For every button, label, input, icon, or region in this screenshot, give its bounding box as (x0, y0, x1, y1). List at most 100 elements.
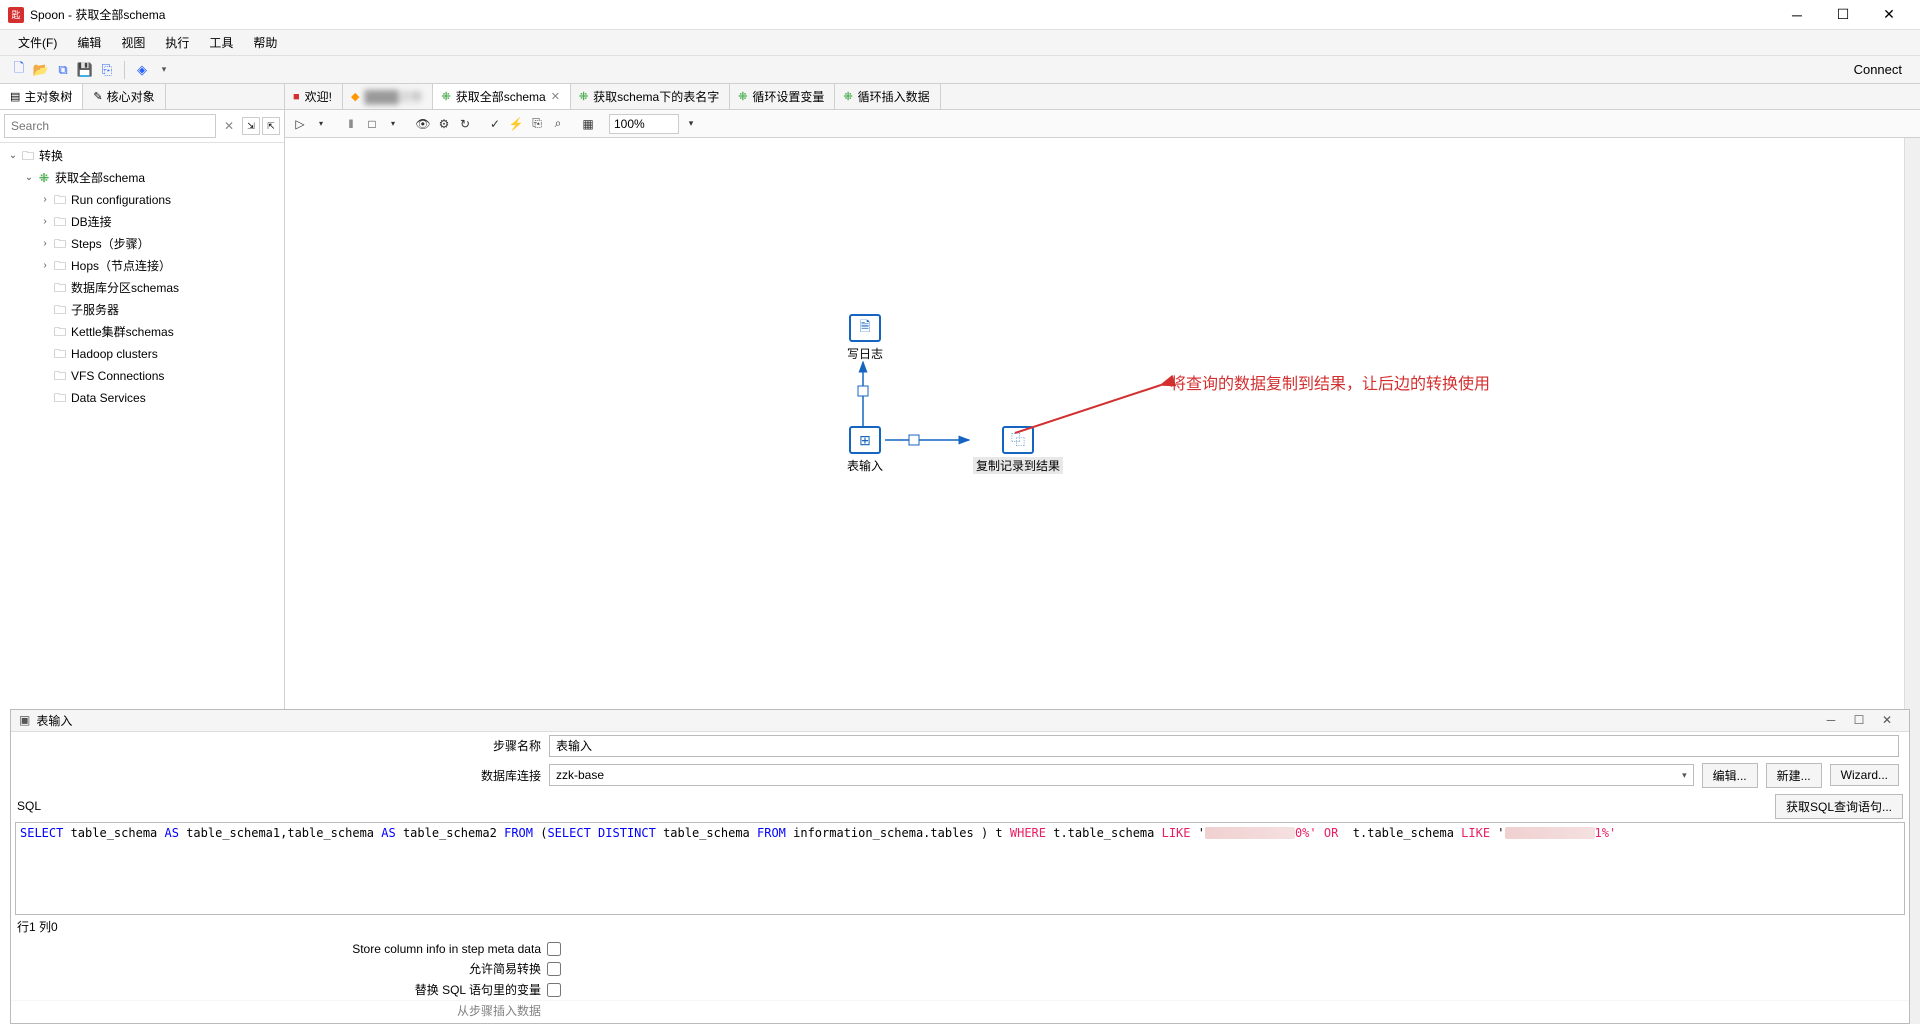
preview-icon[interactable]: 👁 (414, 115, 432, 133)
sidebar-tab-label: 核心对象 (107, 88, 155, 105)
chevron-right-icon[interactable]: › (38, 213, 52, 231)
open-icon[interactable]: 📂 (32, 61, 50, 79)
check-replace-vars[interactable] (547, 983, 561, 997)
tree-item[interactable]: ›🗀Hops（节点连接） (0, 255, 284, 277)
tree-root-transformations[interactable]: ⌄ 🗀 转换 (0, 145, 284, 167)
connect-button[interactable]: Connect (1844, 60, 1912, 79)
chevron-down-icon[interactable]: ⌄ (6, 147, 20, 165)
tree-item[interactable]: ›🗀Steps（步骤） (0, 233, 284, 255)
window-titlebar: 匙 Spoon - 获取全部schema ─ ☐ ✕ (0, 0, 1920, 30)
menu-file[interactable]: 文件(F) (8, 30, 67, 55)
tree-item[interactable]: 🗀数据库分区schemas (0, 277, 284, 299)
check-label-insert-from-step: 从步骤插入数据 (21, 1002, 541, 1019)
minimize-button[interactable]: ─ (1774, 0, 1820, 30)
dropdown-icon[interactable]: ▾ (155, 61, 173, 79)
tab-label: 欢迎! (305, 88, 332, 105)
tree-item[interactable]: 🗀Hadoop clusters (0, 343, 284, 365)
tree-item[interactable]: 🗀Kettle集群schemas (0, 321, 284, 343)
menu-execute[interactable]: 执行 (155, 30, 199, 55)
stop-icon[interactable]: □ (363, 115, 381, 133)
pause-icon[interactable]: ‖ (342, 115, 360, 133)
step-copy-result[interactable]: ⿻ 复制记录到结果 (973, 426, 1063, 474)
menu-view[interactable]: 视图 (111, 30, 155, 55)
tree-item[interactable]: ›🗀Run configurations (0, 189, 284, 211)
perspective-icon[interactable]: ◈ (133, 61, 151, 79)
wizard-button[interactable]: Wizard... (1830, 764, 1899, 786)
chevron-right-icon[interactable]: › (38, 191, 52, 209)
chevron-down-icon[interactable]: ⌄ (22, 169, 36, 187)
verify-icon[interactable]: ✓ (486, 115, 504, 133)
dialog-close-button[interactable]: ✕ (1873, 710, 1901, 730)
close-button[interactable]: ✕ (1866, 0, 1912, 30)
run-dropdown-icon[interactable]: ▾ (312, 115, 330, 133)
tab-type-icon: ⁜ (738, 90, 747, 103)
editor-tab[interactable]: ◆████迁移 (343, 84, 433, 109)
tree-item[interactable]: 🗀Data Services (0, 387, 284, 409)
db-connection-select[interactable]: zzk-base ▾ (549, 764, 1694, 786)
tree-label: VFS Connections (71, 367, 164, 385)
debug-icon[interactable]: ⚙ (435, 115, 453, 133)
save-icon[interactable]: 💾 (76, 61, 94, 79)
tree-item[interactable]: 🗀子服务器 (0, 299, 284, 321)
editor-tab[interactable]: ⁜获取schema下的表名字 (571, 84, 730, 109)
editor-tab[interactable]: ⁜获取全部schema✕ (433, 84, 570, 109)
close-tab-icon[interactable]: ✕ (551, 90, 560, 103)
new-icon[interactable]: 🗋 (10, 61, 28, 79)
sidebar-tab-core-objects[interactable]: ✎ 核心对象 (83, 84, 165, 109)
check-store-column[interactable] (547, 942, 561, 956)
tree-label: Steps（步骤） (71, 235, 150, 253)
copy-icon: ⿻ (1011, 430, 1025, 450)
tree-item[interactable]: 🗀VFS Connections (0, 365, 284, 387)
menu-tools[interactable]: 工具 (199, 30, 243, 55)
get-sql-button[interactable]: 获取SQL查询语句... (1775, 794, 1903, 819)
expand-all-button[interactable]: ⇲ (242, 117, 260, 135)
sql-icon[interactable]: ⎘ (528, 115, 546, 133)
folder-icon: 🗀 (20, 147, 36, 165)
check-lazy-conversion[interactable] (547, 962, 561, 976)
folder-icon: 🗀 (52, 191, 68, 209)
run-icon[interactable]: ▷ (291, 115, 309, 133)
edit-connection-button[interactable]: 编辑... (1702, 763, 1758, 788)
replay-icon[interactable]: ↻ (456, 115, 474, 133)
explore-db-icon[interactable]: ⌕ (549, 115, 567, 133)
impact-icon[interactable]: ⚡ (507, 115, 525, 133)
editor-tab[interactable]: ■欢迎! (285, 84, 343, 109)
table-in-icon: ⊞ (859, 432, 871, 449)
explore-icon[interactable]: ⧉ (54, 61, 72, 79)
sidebar-tab-main-objects[interactable]: ▤ 主对象树 (0, 84, 83, 109)
step-write-log[interactable]: 🗎 写日志 (847, 314, 883, 362)
folder-icon: 🗀 (52, 367, 68, 385)
tree-item[interactable]: ›🗀DB连接 (0, 211, 284, 233)
tab-type-icon: ⁜ (843, 90, 852, 103)
show-results-icon[interactable]: ▦ (579, 115, 597, 133)
folder-icon: 🗀 (52, 235, 68, 253)
sql-editor[interactable]: SELECT table_schema AS table_schema1,tab… (15, 822, 1905, 915)
zoom-dropdown-icon[interactable]: ▾ (682, 115, 700, 133)
editor-tab[interactable]: ⁜循环插入数据 (835, 84, 940, 109)
search-input[interactable] (4, 114, 216, 138)
collapse-all-button[interactable]: ⇱ (262, 117, 280, 135)
maximize-button[interactable]: ☐ (1820, 0, 1866, 30)
editor-tab[interactable]: ⁜循环设置变量 (730, 84, 835, 109)
step-name-input[interactable] (549, 735, 1899, 757)
folder-icon: 🗀 (52, 213, 68, 231)
new-connection-button[interactable]: 新建... (1766, 763, 1822, 788)
menu-edit[interactable]: 编辑 (67, 30, 111, 55)
zoom-input[interactable] (609, 114, 679, 134)
separator (124, 61, 125, 79)
tree-transformation[interactable]: ⌄ ⁜ 获取全部schema (0, 167, 284, 189)
dialog-maximize-button[interactable]: ☐ (1845, 710, 1873, 730)
step-label: 写日志 (847, 345, 883, 362)
menu-help[interactable]: 帮助 (243, 30, 287, 55)
stop-dropdown-icon[interactable]: ▾ (384, 115, 402, 133)
tree-label: 获取全部schema (55, 169, 145, 187)
step-table-input[interactable]: ⊞ 表输入 (847, 426, 883, 474)
clear-search-icon[interactable]: ✕ (220, 119, 238, 133)
chevron-right-icon[interactable]: › (38, 257, 52, 275)
chevron-right-icon[interactable]: › (38, 235, 52, 253)
save-as-icon[interactable]: ⎘ (98, 61, 116, 79)
dialog-minimize-button[interactable]: ─ (1817, 710, 1845, 730)
editor-toolbar: ▷ ▾ ‖ □ ▾ 👁 ⚙ ↻ ✓ ⚡ ⎘ ⌕ ▦ ▾ (285, 110, 1920, 138)
sql-cursor-status: 行1 列0 (11, 915, 1909, 938)
window-title: Spoon - 获取全部schema (30, 6, 1774, 23)
